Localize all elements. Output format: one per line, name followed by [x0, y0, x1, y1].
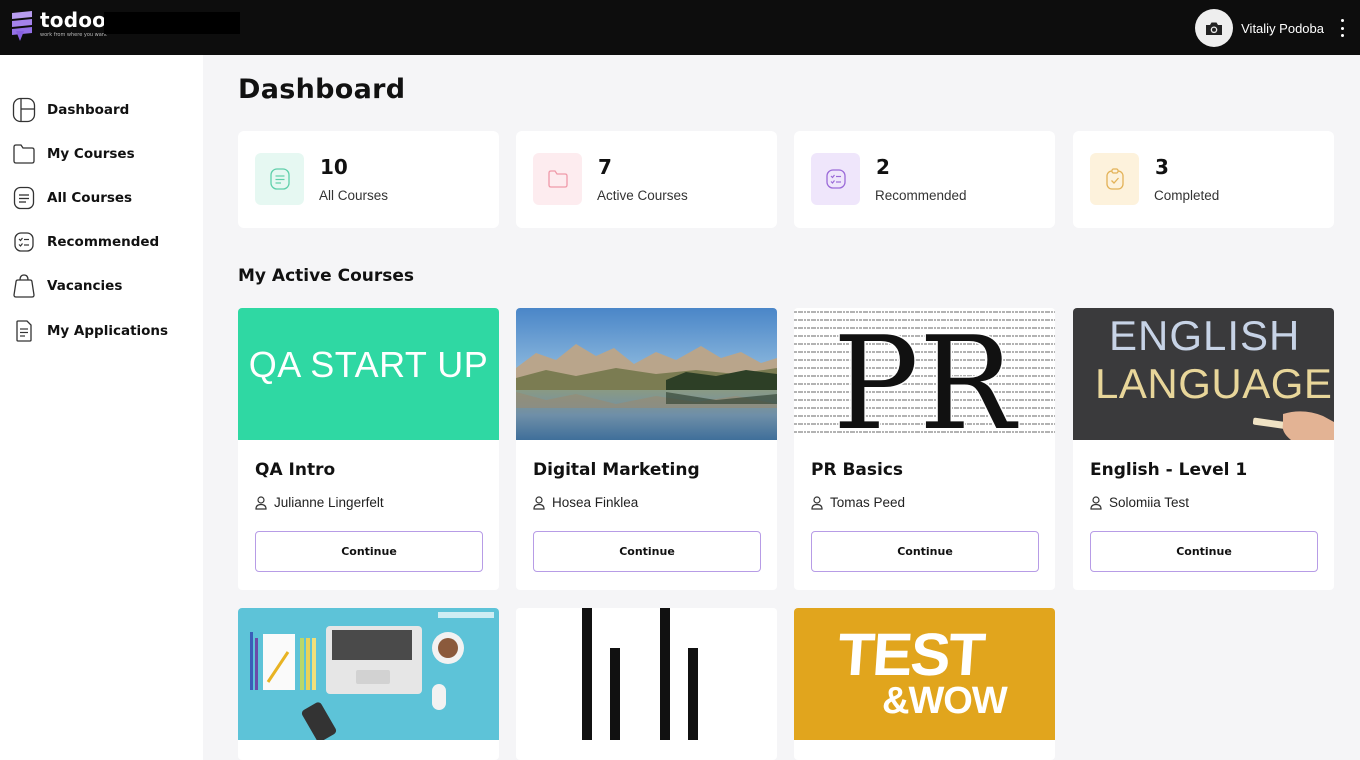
user-icon: [1090, 495, 1102, 510]
stat-label: Active Courses: [597, 188, 688, 203]
clipboard-check-icon: [1090, 153, 1139, 205]
continue-button[interactable]: Continue: [811, 531, 1039, 572]
course-author: Hosea Finklea: [533, 495, 638, 510]
course-card[interactable]: TEST &WOW: [794, 608, 1055, 760]
course-card[interactable]: ENGLISH LANGUAGE English - Level 1 Solom…: [1073, 308, 1334, 590]
user-icon: [533, 495, 545, 510]
course-card[interactable]: [238, 608, 499, 760]
course-thumbnail[interactable]: PR: [794, 308, 1055, 440]
sidebar-item-my-courses[interactable]: My Courses: [12, 140, 135, 168]
avatar[interactable]: [1195, 9, 1233, 47]
document-icon: [255, 153, 304, 205]
thumbnail-text: TEST: [836, 620, 986, 689]
app-name: todoo: [40, 9, 107, 31]
author-name: Julianne Lingerfelt: [274, 495, 384, 510]
sidebar-item-label: Dashboard: [47, 102, 129, 118]
folder-icon: [533, 153, 582, 205]
course-card[interactable]: Digital Marketing Hosea Finklea Continue: [516, 308, 777, 590]
stat-label: Completed: [1154, 188, 1219, 203]
course-thumbnail[interactable]: [516, 608, 777, 740]
course-author: Solomiia Test: [1090, 495, 1189, 510]
thumbnail-text: &WOW: [882, 680, 1007, 723]
sidebar-item-recommended[interactable]: Recommended: [12, 228, 159, 256]
todoo-logo-icon: [10, 9, 36, 43]
stat-value: 3: [1155, 155, 1169, 179]
author-name: Hosea Finklea: [552, 495, 638, 510]
sidebar: Dashboard My Courses All Courses Recomme…: [0, 55, 203, 760]
thumbnail-text: QA START UP: [238, 344, 499, 386]
user-icon: [811, 495, 823, 510]
stat-card-active-courses[interactable]: 7 Active Courses: [516, 131, 777, 228]
sidebar-item-dashboard[interactable]: Dashboard: [12, 96, 129, 124]
course-author: Julianne Lingerfelt: [255, 495, 384, 510]
dashboard-icon: [12, 97, 36, 123]
sidebar-item-label: My Applications: [47, 323, 168, 339]
thumbnail-text: PR: [833, 310, 1019, 440]
sidebar-item-all-courses[interactable]: All Courses: [12, 184, 132, 212]
course-author: Tomas Peed: [811, 495, 905, 510]
top-bar: todoo work from where you want Vitaliy P…: [0, 0, 1360, 55]
stat-label: Recommended: [875, 188, 967, 203]
stat-value: 2: [876, 155, 890, 179]
stat-card-all-courses[interactable]: 10 All Courses: [238, 131, 499, 228]
camera-icon: [1205, 21, 1223, 36]
sidebar-item-label: Recommended: [47, 234, 159, 250]
section-title: My Active Courses: [238, 266, 414, 286]
stat-card-recommended[interactable]: 2 Recommended: [794, 131, 1055, 228]
folder-icon: [12, 141, 36, 167]
checklist-icon: [811, 153, 860, 205]
thumbnail-text: ENGLISH: [1109, 312, 1300, 360]
continue-button[interactable]: Continue: [1090, 531, 1318, 572]
author-name: Solomiia Test: [1109, 495, 1189, 510]
more-options-icon[interactable]: [1338, 19, 1346, 37]
course-thumbnail[interactable]: ENGLISH LANGUAGE: [1073, 308, 1334, 440]
sidebar-item-label: All Courses: [47, 190, 132, 206]
sidebar-item-label: Vacancies: [47, 278, 122, 294]
stat-label: All Courses: [319, 188, 388, 203]
redacted-area: [104, 12, 240, 34]
course-card[interactable]: QA START UP QA Intro Julianne Lingerfelt…: [238, 308, 499, 590]
course-thumbnail[interactable]: TEST &WOW: [794, 608, 1055, 740]
course-title[interactable]: QA Intro: [255, 460, 335, 480]
course-title[interactable]: PR Basics: [811, 460, 903, 480]
app-tagline: work from where you want: [40, 32, 107, 38]
document-icon: [12, 185, 36, 211]
user-icon: [255, 495, 267, 510]
course-card[interactable]: [516, 608, 777, 760]
sidebar-item-my-applications[interactable]: My Applications: [12, 317, 168, 345]
thumbnail-text: LANGUAGE: [1095, 360, 1332, 408]
stat-value: 10: [320, 155, 348, 179]
stat-card-completed[interactable]: 3 Completed: [1073, 131, 1334, 228]
author-name: Tomas Peed: [830, 495, 905, 510]
continue-button[interactable]: Continue: [533, 531, 761, 572]
course-thumbnail[interactable]: [516, 308, 777, 440]
page-title: Dashboard: [238, 74, 405, 105]
checklist-icon: [12, 229, 36, 255]
course-title[interactable]: Digital Marketing: [533, 460, 700, 480]
course-card[interactable]: PR PR Basics Tomas Peed Continue: [794, 308, 1055, 590]
course-thumbnail[interactable]: QA START UP: [238, 308, 499, 440]
course-thumbnail[interactable]: [238, 608, 499, 740]
application-icon: [12, 318, 36, 344]
continue-button[interactable]: Continue: [255, 531, 483, 572]
user-menu[interactable]: Vitaliy Podoba: [1195, 9, 1346, 47]
sidebar-item-vacancies[interactable]: Vacancies: [12, 272, 122, 300]
sidebar-item-label: My Courses: [47, 146, 135, 162]
stat-value: 7: [598, 155, 612, 179]
app-logo[interactable]: todoo work from where you want: [10, 9, 107, 43]
user-name[interactable]: Vitaliy Podoba: [1241, 21, 1324, 36]
bag-icon: [12, 273, 36, 299]
course-title[interactable]: English - Level 1: [1090, 460, 1247, 480]
